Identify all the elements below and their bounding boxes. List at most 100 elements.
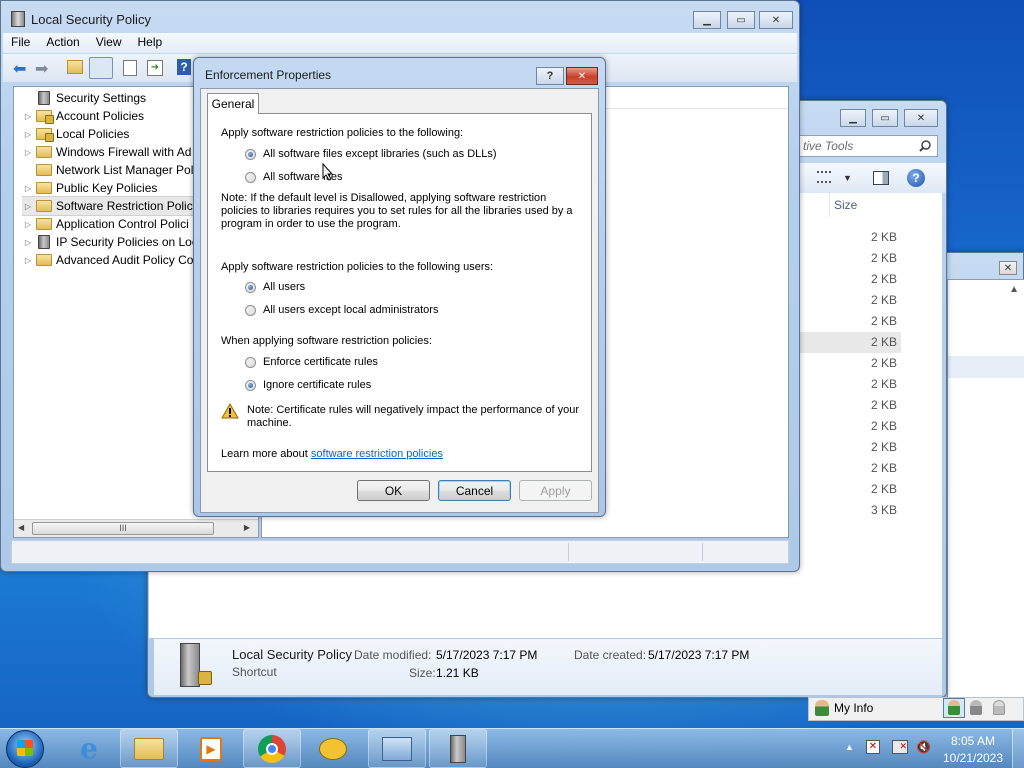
tree-item[interactable]: ▷ Software Restriction Polici (22, 196, 197, 216)
tree-item[interactable]: ▷ IP Security Policies on Loc (22, 233, 198, 251)
folder-icon (36, 146, 52, 158)
expand-arrow-icon[interactable]: ▷ (22, 202, 34, 211)
expand-arrow-icon[interactable]: ▷ (22, 130, 34, 139)
expand-arrow-icon[interactable]: ▷ (22, 256, 34, 265)
scroll-up-arrow[interactable]: ▲ (1009, 284, 1019, 295)
forward-arrow-icon[interactable]: ➡ (35, 59, 48, 79)
up-folder-icon[interactable] (67, 60, 83, 74)
taskbar-explorer[interactable] (120, 729, 178, 768)
my-info-label[interactable]: My Info (834, 701, 873, 715)
properties-icon[interactable] (123, 60, 137, 76)
file-size-cell: 2 KB (799, 332, 901, 353)
menu-action[interactable]: Action (38, 33, 87, 53)
preview-pane-icon[interactable] (873, 171, 889, 185)
taskbar-internet-explorer[interactable]: e (60, 729, 118, 768)
back-arrow-icon[interactable]: ⬅ (13, 59, 26, 79)
minimize-button[interactable]: ▁ (840, 109, 866, 127)
menu-bar: File Action View Help (3, 33, 797, 53)
taskbar-chrome[interactable] (243, 729, 301, 768)
size-label: Size: (409, 666, 436, 680)
selected-row (948, 356, 1024, 378)
expand-arrow-icon[interactable]: ▷ (22, 112, 34, 121)
tree-item[interactable]: ▷ Application Control Polici (22, 215, 189, 233)
search-placeholder: tive Tools (803, 139, 854, 153)
help-icon[interactable]: ? (907, 169, 925, 187)
help-icon[interactable]: ? (177, 59, 191, 75)
date-created-value: 5/17/2023 7:17 PM (648, 648, 750, 662)
search-box[interactable]: tive Tools (798, 135, 938, 157)
tree-item[interactable]: Network List Manager Pol (22, 161, 193, 179)
details-pane: Local Security Policy Shortcut Date modi… (154, 639, 942, 695)
tree-item-label: Account Policies (56, 109, 145, 123)
details-name: Local Security Policy (232, 647, 352, 662)
maximize-button[interactable]: ▭ (727, 11, 755, 29)
horizontal-scrollbar[interactable]: ◀ III ▶ (14, 519, 258, 537)
minimize-button[interactable]: ▁ (693, 11, 721, 29)
file-size-cell: 2 KB (870, 377, 897, 391)
folder-icon (36, 200, 52, 212)
details-type: Shortcut (232, 665, 277, 679)
date-modified-value: 5/17/2023 7:17 PM (436, 648, 538, 662)
size-column: 2 KB 2 KB 2 KB 2 KB 2 KB 2 KB 2 KB 2 KB 2 KB 2 KB… (799, 227, 909, 527)
column-header-size[interactable]: Size (829, 193, 939, 217)
learn-more-link[interactable]: software restriction policies (311, 448, 443, 460)
network-icon[interactable]: ✕ (892, 740, 908, 754)
tree-item[interactable]: ▷ Public Key Policies (22, 179, 157, 197)
tree-item-label: Local Policies (56, 127, 130, 141)
scroll-right-arrow[interactable]: ▶ (244, 523, 250, 532)
tree-item[interactable]: ▷ Account Policies (22, 107, 144, 125)
folder-icon (36, 254, 52, 266)
show-desktop-button[interactable] (1012, 729, 1024, 768)
tab-general[interactable]: General (207, 93, 259, 114)
media-player-icon: ▶ (200, 736, 222, 761)
tree-item-label: Application Control Polici (56, 217, 189, 231)
server-lock-icon (450, 734, 466, 763)
clock-date[interactable]: 10/21/2023 (938, 751, 1008, 765)
close-button[interactable]: ✕ (999, 261, 1017, 275)
help-button[interactable]: ? (536, 67, 564, 85)
tree-item-label: IP Security Policies on Loc (56, 235, 198, 249)
menu-help[interactable]: Help (130, 33, 171, 53)
person-gray-icon[interactable] (970, 700, 982, 715)
tree-item-label: Public Key Policies (56, 181, 158, 195)
expand-arrow-icon[interactable]: ▷ (22, 238, 34, 247)
expand-arrow-icon[interactable]: ▷ (22, 148, 34, 157)
expand-arrow-icon[interactable]: ▷ (22, 184, 34, 193)
taskbar-control-panel[interactable] (368, 729, 426, 768)
file-size-cell: 2 KB (870, 293, 897, 307)
taskbar-local-security-policy[interactable] (429, 729, 487, 768)
tree-item-label: Security Settings (56, 91, 147, 105)
close-button[interactable]: ✕ (566, 67, 598, 85)
close-button[interactable]: ✕ (759, 11, 793, 29)
internet-explorer-icon: e (80, 732, 98, 765)
menu-file[interactable]: File (3, 33, 38, 53)
folder-lock-icon (36, 128, 54, 142)
export-list-icon[interactable]: ➜ (147, 60, 163, 76)
tree-item[interactable]: Security Settings (22, 89, 146, 107)
tree-item[interactable]: ▷ Local Policies (22, 125, 129, 143)
taskbar-media-player[interactable]: ▶ (182, 729, 240, 768)
action-center-icon[interactable]: ✕ (866, 740, 880, 754)
background-window: ✕ ▲ (940, 252, 1024, 702)
show-hide-tree-icon[interactable] (89, 57, 113, 79)
expand-arrow-icon[interactable]: ▷ (22, 220, 34, 229)
person-outline-icon[interactable] (993, 700, 1005, 715)
scroll-left-arrow[interactable]: ◀ (18, 523, 24, 532)
views-icon[interactable] (817, 171, 831, 183)
scroll-thumb[interactable]: III (32, 522, 214, 535)
folder-icon (36, 182, 52, 194)
views-dropdown-icon[interactable]: ▼ (843, 173, 852, 183)
taskbar-chat[interactable] (304, 729, 362, 768)
tree-item[interactable]: ▷ Advanced Audit Policy Co (22, 251, 194, 269)
window-title: Local Security Policy (31, 12, 151, 27)
person-icon (948, 700, 960, 715)
tree-item[interactable]: ▷ Windows Firewall with Ad (22, 143, 191, 161)
close-button[interactable]: ✕ (904, 109, 938, 127)
maximize-button[interactable]: ▭ (872, 109, 898, 127)
tray-expand-icon[interactable]: ▲ (845, 742, 854, 752)
volume-muted-icon[interactable]: 🔇 (916, 740, 934, 754)
menu-view[interactable]: View (88, 33, 130, 53)
size-value: 1.21 KB (436, 666, 479, 680)
search-icon (919, 140, 931, 152)
clock-time[interactable]: 8:05 AM (943, 734, 1003, 748)
